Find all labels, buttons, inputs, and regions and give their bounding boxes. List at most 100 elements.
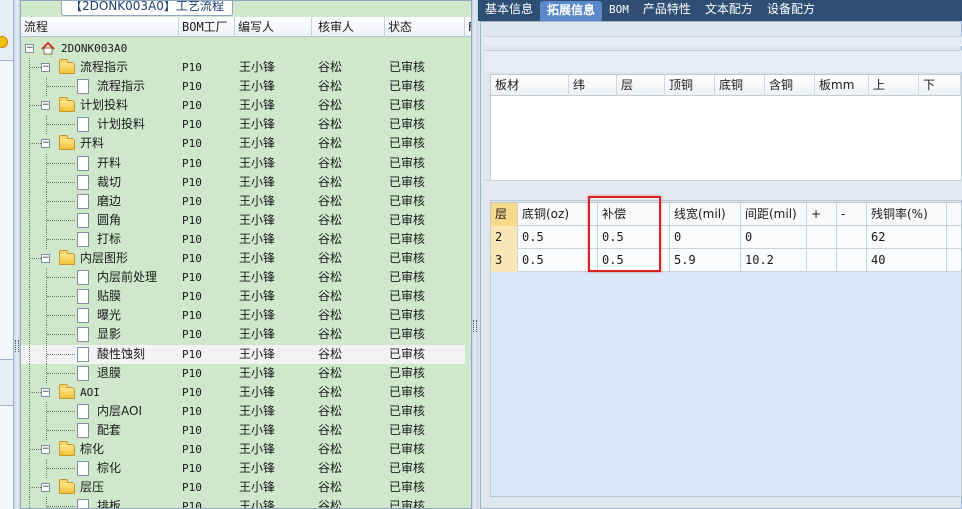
tree-row[interactable]: 内层AOI P10 王小锋 谷松 已审核 (21, 401, 467, 421)
layer-grid-cell[interactable] (807, 249, 837, 272)
tree-row[interactable]: 内层前处理 P10 王小锋 谷松 已审核 (21, 268, 467, 288)
tree-row[interactable]: 退膜 P10 王小锋 谷松 已审核 (21, 363, 467, 383)
tree-node-label: 内层图形 (80, 251, 129, 266)
tab-5[interactable]: 设备配方 (760, 0, 822, 21)
tree-row[interactable]: 磨边 P10 王小锋 谷松 已审核 (21, 191, 467, 211)
writer-cell: 王小锋 (239, 308, 276, 323)
board-grid-col-header[interactable]: 板mm (815, 75, 869, 96)
board-grid-col-header[interactable]: 含铜 (765, 75, 815, 96)
status-cell: 已审核 (389, 251, 426, 266)
col-header-bom-factory[interactable]: BOM工厂 (179, 17, 235, 37)
tab-3[interactable]: 产品特性 (636, 0, 698, 21)
bom-cell: P10 (182, 385, 202, 399)
tree-node-label: 贴膜 (97, 289, 122, 304)
tree-row[interactable]: − AOI P10 王小锋 谷松 已审核 (21, 382, 467, 402)
board-grid-col-header[interactable]: 层 (617, 75, 665, 96)
collapse-icon[interactable]: − (41, 63, 50, 73)
tree-connector (29, 497, 30, 508)
tree-connector (47, 124, 75, 126)
col-header-status[interactable]: 状态 (385, 17, 465, 37)
tree-row[interactable]: − 内层图形 P10 王小锋 谷松 已审核 (21, 249, 467, 269)
col-header-process[interactable]: 流程 (21, 17, 179, 37)
layer-grid-col-header[interactable]: - (837, 203, 867, 226)
tree-connector (29, 191, 30, 211)
tree-row[interactable]: 酸性蚀刻 P10 王小锋 谷松 已审核 (21, 344, 467, 364)
collapse-icon[interactable]: − (41, 254, 50, 264)
tab-1[interactable]: 拓展信息 (540, 1, 603, 21)
board-grid-col-header[interactable]: 上 (869, 75, 919, 96)
collapse-icon[interactable]: − (41, 387, 50, 397)
tree-row[interactable]: 贴膜 P10 王小锋 谷松 已审核 (21, 287, 467, 307)
reviewer-cell: 谷松 (318, 461, 343, 476)
board-grid-header: 板材纬层顶铜 底铜 含铜 板mm 上下 (491, 75, 961, 96)
tree-row[interactable]: 配套 P10 王小锋 谷松 已审核 (21, 420, 467, 440)
layer-grid-cell[interactable]: 10.2 (741, 249, 807, 272)
board-grid-col-header[interactable]: 下 (919, 75, 961, 96)
tree-row[interactable]: − 计划投料 P10 王小锋 谷松 已审核 (21, 96, 467, 116)
board-grid-col-header[interactable]: 底铜 (715, 75, 765, 96)
tree-row[interactable]: 显影 P10 王小锋 谷松 已审核 (21, 325, 467, 345)
bom-cell: P10 (182, 175, 202, 189)
layer-compensation-grid: 层底铜(oz) 补偿 线宽(mil) 间距(mil) + - 残铜率(%) 2 0.5 0.5 0… (490, 202, 962, 497)
layer-grid-cell[interactable] (837, 249, 867, 272)
layer-grid-col-header[interactable]: 间距(mil) (741, 203, 807, 226)
layer-grid-cell[interactable]: 3 (491, 249, 518, 272)
layer-grid-cell[interactable]: 62 (867, 226, 947, 249)
tree-row[interactable]: 打标 P10 王小锋 谷松 已审核 (21, 229, 467, 249)
status-cell: 已审核 (389, 461, 426, 476)
splitter-grip-icon[interactable] (473, 320, 477, 332)
splitter-grip-icon[interactable] (15, 340, 19, 352)
tree-row[interactable]: − 棕化 P10 王小锋 谷松 已审核 (21, 439, 467, 459)
collapse-icon[interactable]: − (25, 44, 34, 53)
col-header-reviewer[interactable]: 核审人 (312, 17, 385, 37)
process-tree-tab[interactable]: 【2DONK003A0】工艺流程 (61, 1, 233, 16)
writer-cell: 王小锋 (239, 499, 276, 509)
collapse-icon[interactable]: − (41, 483, 50, 493)
tree-row[interactable]: 曝光 P10 王小锋 谷松 已审核 (21, 306, 467, 326)
layer-grid-cell[interactable] (807, 226, 837, 249)
status-cell: 已审核 (389, 327, 426, 342)
collapse-icon[interactable]: − (41, 444, 50, 454)
layer-grid-cell[interactable]: 0.5 (518, 226, 598, 249)
layer-grid-col-header[interactable]: 线宽(mil) (670, 203, 741, 226)
tab-0[interactable]: 基本信息 (478, 0, 540, 21)
bom-cell: P10 (182, 232, 202, 246)
layer-grid-cell[interactable]: 2 (491, 226, 518, 249)
collapse-icon[interactable]: − (41, 101, 50, 111)
tree-row[interactable]: 计划投料 P10 王小锋 谷松 已审核 (21, 115, 467, 135)
layer-grid-cell[interactable]: 0.5 (518, 249, 598, 272)
layer-grid-cell[interactable]: 0 (741, 226, 807, 249)
status-cell: 已审核 (389, 270, 426, 285)
tree-row[interactable]: 圆角 P10 王小锋 谷松 已审核 (21, 210, 467, 230)
tree-root-row[interactable]: − 2DONK003A0 (21, 39, 467, 58)
status-cell: 已审核 (389, 155, 426, 170)
layer-grid-cell[interactable] (837, 226, 867, 249)
tree-row[interactable]: − 流程指示 P10 王小锋 谷松 已审核 (21, 58, 467, 78)
layer-grid-cell[interactable]: 40 (867, 249, 947, 272)
layer-grid-row[interactable]: 2 0.5 0.5 0 0 62 (491, 226, 961, 249)
layer-grid-col-header[interactable]: 底铜(oz) (518, 203, 598, 226)
folder-icon (59, 250, 75, 266)
tree-row[interactable]: − 层压 P10 王小锋 谷松 已审核 (21, 478, 467, 498)
col-header-f[interactable]: F (465, 17, 471, 37)
layer-grid-row[interactable]: 3 0.5 0.5 5.9 10.2 40 (491, 249, 961, 272)
tree-row[interactable]: 开料 P10 王小锋 谷松 已审核 (21, 153, 467, 173)
tree-row[interactable]: 裁切 P10 王小锋 谷松 已审核 (21, 172, 467, 192)
collapse-icon[interactable]: − (41, 139, 50, 149)
tree-row[interactable]: 棕化 P10 王小锋 谷松 已审核 (21, 459, 467, 479)
tree-body: − 2DONK003A0 − 流程指示 P10 王小锋 谷松 已审核 流程指示 P10 王小锋谷… (21, 39, 467, 509)
board-grid-col-header[interactable]: 板材 (491, 75, 569, 96)
layer-grid-col-header[interactable]: + (807, 203, 837, 226)
tree-row[interactable]: − 开料 P10 王小锋 谷松 已审核 (21, 134, 467, 154)
board-grid-col-header[interactable]: 顶铜 (665, 75, 715, 96)
tab-2[interactable]: BOM (602, 0, 636, 21)
layer-grid-col-header[interactable]: 层 (491, 203, 518, 226)
layer-grid-col-header[interactable]: 残铜率(%) (867, 203, 947, 226)
tab-4[interactable]: 文本配方 (698, 0, 760, 21)
board-grid-col-header[interactable]: 纬 (569, 75, 617, 96)
tree-row[interactable]: 排板 P10 王小锋 谷松 已审核 (21, 497, 467, 509)
col-header-writer[interactable]: 编写人 (235, 17, 312, 37)
tree-row[interactable]: 流程指示 P10 王小锋 谷松 已审核 (21, 77, 467, 97)
layer-grid-cell[interactable]: 5.9 (670, 249, 741, 272)
layer-grid-cell[interactable]: 0 (670, 226, 741, 249)
